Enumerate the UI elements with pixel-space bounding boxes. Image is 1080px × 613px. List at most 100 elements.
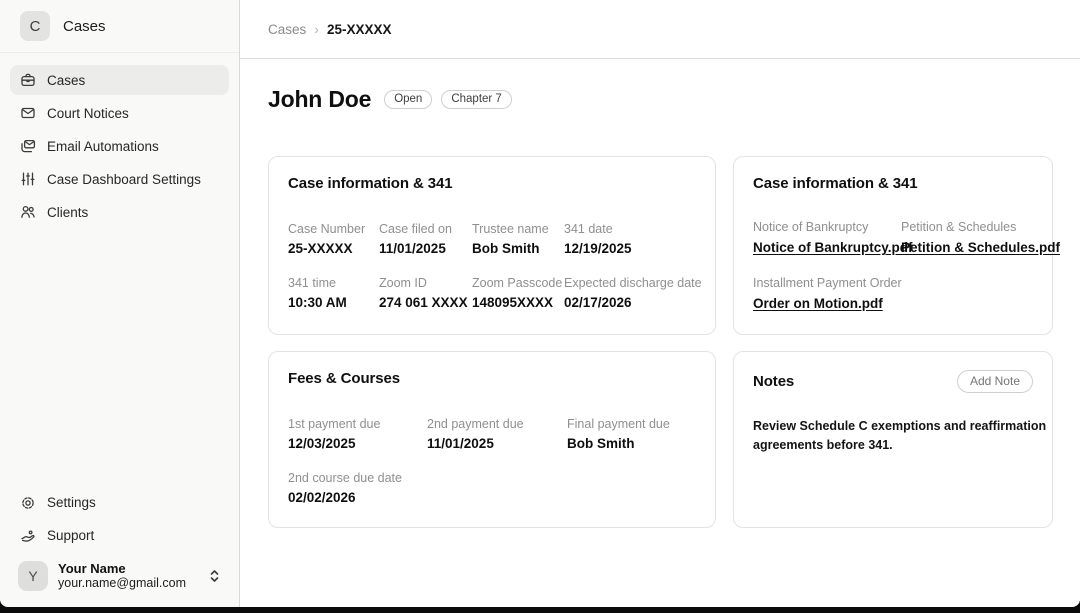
sidebar-item-settings[interactable]: Settings xyxy=(10,488,229,518)
field-1st-payment-due: 1st payment due 12/03/2025 xyxy=(288,417,427,451)
case-info-card-title: Case information & 341 xyxy=(288,175,696,192)
topbar: Cases › 25-XXXXX xyxy=(240,0,1080,59)
user-email: your.name@gmail.com xyxy=(58,576,186,591)
user-name: Your Name xyxy=(58,561,186,576)
app-logo: C xyxy=(20,11,50,41)
sidebar-item-support[interactable]: Support xyxy=(10,521,229,551)
breadcrumb-cases-link[interactable]: Cases xyxy=(268,22,306,37)
field-trustee-name: Trustee name Bob Smith xyxy=(472,222,564,256)
field-installment-payment-order: Installment Payment Order Order on Motio… xyxy=(753,276,901,313)
window-bottom-edge xyxy=(0,607,1080,613)
avatar: Y xyxy=(18,561,48,591)
breadcrumb-current-case: 25-XXXXX xyxy=(327,22,392,37)
email-automation-icon xyxy=(20,138,36,154)
field-value: 25-XXXXX xyxy=(288,241,379,256)
case-content: John Doe Open Chapter 7 Case information… xyxy=(240,59,1080,528)
sidebar-item-label: Email Automations xyxy=(47,139,159,154)
add-note-button[interactable]: Add Note xyxy=(957,370,1033,393)
field-label: 1st payment due xyxy=(288,417,427,431)
sidebar-item-label: Settings xyxy=(47,495,96,510)
field-value: 02/17/2026 xyxy=(564,295,702,310)
chapter-badge: Chapter 7 xyxy=(441,90,512,109)
sidebar-item-label: Court Notices xyxy=(47,106,129,121)
field-341-time: 341 time 10:30 AM xyxy=(288,276,379,310)
field-label: Notice of Bankruptcy xyxy=(753,220,901,234)
field-notice-of-bankruptcy: Notice of Bankruptcy Notice of Bankruptc… xyxy=(753,220,901,257)
field-expected-discharge-date: Expected discharge date 02/17/2026 xyxy=(564,276,702,310)
notes-card: Notes Add Note Review Schedule C exempti… xyxy=(733,351,1053,528)
field-label: Expected discharge date xyxy=(564,276,702,290)
case-documents-fields: Notice of Bankruptcy Notice of Bankruptc… xyxy=(753,220,1033,313)
field-label: Zoom Passcode xyxy=(472,276,564,290)
sidebar-item-label: Case Dashboard Settings xyxy=(47,172,201,187)
support-icon xyxy=(20,528,36,544)
sidebar-item-label: Support xyxy=(47,528,94,543)
chevron-up-down-icon[interactable] xyxy=(208,569,221,583)
fees-courses-card-title: Fees & Courses xyxy=(288,370,696,387)
case-info-card: Case information & 341 Case Number 25-XX… xyxy=(268,156,716,335)
people-icon xyxy=(20,204,36,220)
notice-of-bankruptcy-pdf-link[interactable]: Notice of Bankruptcy.pdf xyxy=(753,240,913,255)
sidebar-item-cases[interactable]: Cases xyxy=(10,65,229,95)
case-info-fields: Case Number 25-XXXXX Case filed on 11/01… xyxy=(288,222,696,310)
case-documents-card: Case information & 341 Notice of Bankrup… xyxy=(733,156,1053,335)
note-text: Review Schedule C exemptions and reaffir… xyxy=(753,417,1053,456)
field-value: 11/01/2025 xyxy=(379,241,472,256)
field-final-payment-due: Final payment due Bob Smith xyxy=(567,417,696,451)
sidebar-header: C Cases xyxy=(0,0,239,53)
fees-courses-card: Fees & Courses 1st payment due 12/03/202… xyxy=(268,351,716,528)
field-label: Case Number xyxy=(288,222,379,236)
sidebar-item-label: Cases xyxy=(47,73,85,88)
field-case-number: Case Number 25-XXXXX xyxy=(288,222,379,256)
main-panel: Cases › 25-XXXXX John Doe Open Chapter 7… xyxy=(240,0,1080,607)
petition-schedules-pdf-link[interactable]: Petition & Schedules.pdf xyxy=(901,240,1060,255)
notes-header: Notes Add Note xyxy=(753,370,1033,393)
fees-courses-fields: 1st payment due 12/03/2025 2nd payment d… xyxy=(288,417,696,505)
sidebar-item-court-notices[interactable]: Court Notices xyxy=(10,98,229,128)
sidebar-item-case-dashboard-settings[interactable]: Case Dashboard Settings xyxy=(10,164,229,194)
sliders-icon xyxy=(20,171,36,187)
field-value: 02/02/2026 xyxy=(288,490,427,505)
field-label: Case filed on xyxy=(379,222,472,236)
field-value: 10:30 AM xyxy=(288,295,379,310)
breadcrumb-separator-icon: › xyxy=(314,21,319,37)
field-value: 274 061 XXXX xyxy=(379,295,472,310)
field-zoom-id: Zoom ID 274 061 XXXX xyxy=(379,276,472,310)
field-label: 2nd course due date xyxy=(288,471,427,485)
sidebar-item-clients[interactable]: Clients xyxy=(10,197,229,227)
field-2nd-course-due-date: 2nd course due date 02/02/2026 xyxy=(288,471,427,505)
user-menu[interactable]: Y Your Name your.name@gmail.com xyxy=(10,554,229,601)
envelope-icon xyxy=(20,105,36,121)
field-341-date: 341 date 12/19/2025 xyxy=(564,222,702,256)
field-label: Trustee name xyxy=(472,222,564,236)
cards-grid: Case information & 341 Case Number 25-XX… xyxy=(268,156,1053,528)
sidebar-footer: Settings Support Y Your Name your.name@g… xyxy=(0,488,239,607)
sidebar-item-email-automations[interactable]: Email Automations xyxy=(10,131,229,161)
field-2nd-payment-due: 2nd payment due 11/01/2025 xyxy=(427,417,567,451)
app-window: C Cases Cases Court Notices Em xyxy=(0,0,1080,607)
sidebar-nav: Cases Court Notices Email Automations Ca… xyxy=(0,53,239,230)
field-label: Installment Payment Order xyxy=(753,276,901,290)
field-label: Zoom ID xyxy=(379,276,472,290)
briefcase-icon xyxy=(20,72,36,88)
avatar-letter: Y xyxy=(28,568,37,584)
field-label: 341 date xyxy=(564,222,702,236)
sidebar-item-label: Clients xyxy=(47,205,88,220)
gear-icon xyxy=(20,495,36,511)
order-on-motion-pdf-link[interactable]: Order on Motion.pdf xyxy=(753,296,883,311)
field-label: Final payment due xyxy=(567,417,696,431)
case-documents-card-title: Case information & 341 xyxy=(753,175,1033,192)
field-value: Bob Smith xyxy=(472,241,564,256)
app-title: Cases xyxy=(63,18,106,35)
app-logo-letter: C xyxy=(30,18,41,35)
field-label: 2nd payment due xyxy=(427,417,567,431)
page-header: John Doe Open Chapter 7 xyxy=(268,85,1053,113)
field-label: 341 time xyxy=(288,276,379,290)
field-value: Bob Smith xyxy=(567,436,696,451)
field-zoom-passcode: Zoom Passcode 148095XXXX xyxy=(472,276,564,310)
notes-card-title: Notes xyxy=(753,373,794,390)
sidebar: C Cases Cases Court Notices Em xyxy=(0,0,240,607)
user-meta: Your Name your.name@gmail.com xyxy=(58,561,186,591)
field-case-filed-on: Case filed on 11/01/2025 xyxy=(379,222,472,256)
status-badge-open: Open xyxy=(384,90,432,109)
